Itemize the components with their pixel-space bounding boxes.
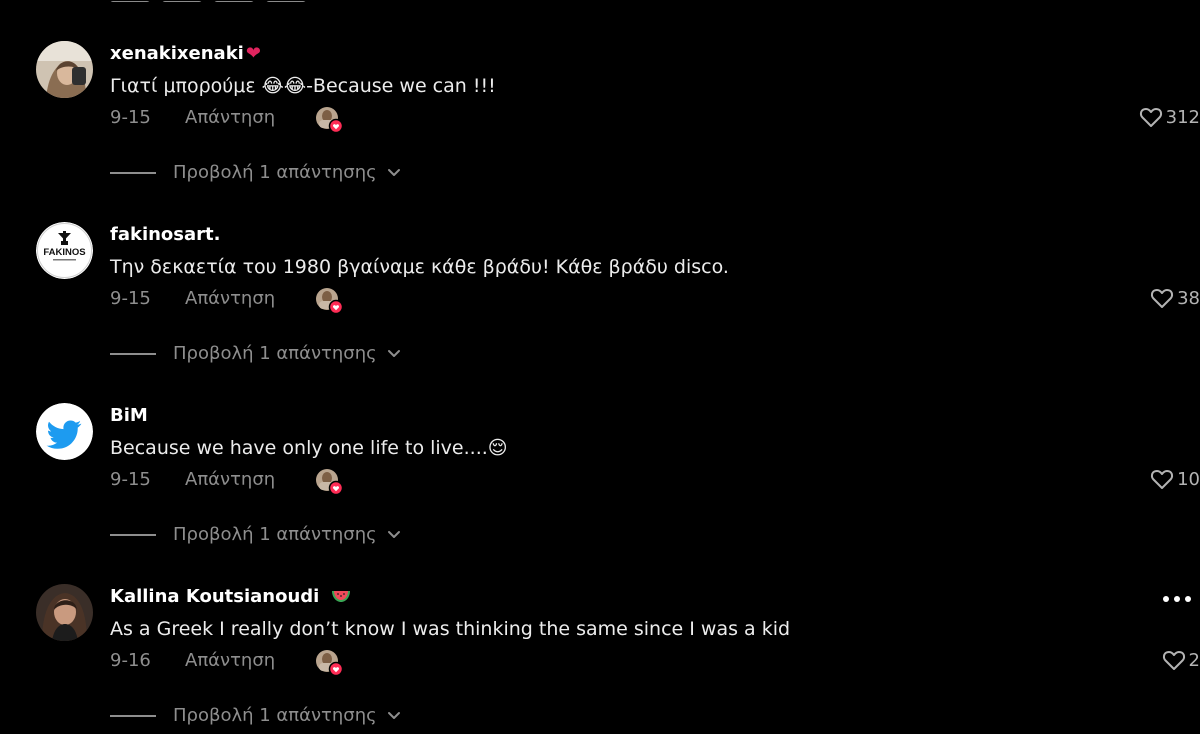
view-replies-label: Προβολή 1 απάντησης <box>173 343 377 364</box>
chevron-down-icon <box>387 349 400 357</box>
comment-username[interactable]: Kallina Koutsianoudi <box>110 586 351 607</box>
avatar[interactable] <box>36 41 93 98</box>
like-count: 10 <box>1177 468 1200 490</box>
creator-liked-icon <box>316 288 343 315</box>
creator-liked-icon <box>316 650 343 677</box>
like-button[interactable]: 38 <box>1150 287 1200 309</box>
view-replies-label: Προβολή 1 απάντησης <box>173 705 377 726</box>
chevron-down-icon <box>387 711 400 719</box>
reply-button[interactable]: Απάντηση <box>185 288 275 309</box>
comment-date: 9-15 <box>110 288 151 309</box>
comment-date: 9-16 <box>110 650 151 671</box>
more-horizontal-icon[interactable] <box>1162 595 1192 603</box>
comment-text: Γιατί μπορούμε 😂😂-Because we can !!! <box>110 75 496 97</box>
view-replies-button[interactable]: Προβολή 1 απάντησης <box>110 162 401 183</box>
reply-button[interactable]: Απάντηση <box>185 650 275 671</box>
like-button[interactable]: 312 <box>1139 106 1200 128</box>
comment-username[interactable]: BiM <box>110 405 148 426</box>
divider-line <box>110 714 156 717</box>
comment-item: BiM Because we have only one life to liv… <box>0 362 1200 545</box>
avatar[interactable]: FAKINOS <box>36 222 93 279</box>
divider-line <box>110 533 156 536</box>
divider-line <box>110 352 156 355</box>
view-replies-button[interactable]: Προβολή 1 απάντησης <box>110 524 401 545</box>
avatar[interactable] <box>36 403 93 460</box>
like-count: 312 <box>1165 106 1200 128</box>
comment-item: xenakixenaki ❤ Γιατί μπορούμε 😂😂-Because … <box>0 0 1200 183</box>
heart-outline-icon <box>1151 470 1174 489</box>
comment-username[interactable]: fakinosart. <box>110 224 220 245</box>
like-count: 2 <box>1188 649 1200 671</box>
comment-text: Την δεκαετία του 1980 βγαίναμε κάθε βράδ… <box>110 256 729 278</box>
heart-outline-icon <box>1151 289 1174 308</box>
heart-outline-icon <box>1139 108 1162 127</box>
creator-liked-icon <box>316 107 343 134</box>
heart-emoji-icon: ❤ <box>245 43 261 64</box>
view-replies-button[interactable]: Προβολή 1 απάντησης <box>110 705 401 726</box>
like-count: 38 <box>1177 287 1200 309</box>
like-button[interactable]: 2 <box>1162 649 1200 671</box>
like-button[interactable]: 10 <box>1150 468 1200 490</box>
comment-username[interactable]: xenakixenaki ❤ <box>110 43 261 64</box>
view-replies-label: Προβολή 1 απάντησης <box>173 524 377 545</box>
view-replies-label: Προβολή 1 απάντησης <box>173 162 377 183</box>
chevron-down-icon <box>387 168 400 176</box>
comment-item: FAKINOS fakinosart. Την δεκαετία του 198… <box>0 181 1200 364</box>
creator-liked-icon <box>316 469 343 496</box>
comment-text: Because we have only one life to live...… <box>110 437 508 459</box>
view-replies-button[interactable]: Προβολή 1 απάντησης <box>110 343 401 364</box>
chevron-down-icon <box>387 530 400 538</box>
watermelon-emoji-icon <box>325 586 351 607</box>
comment-text: As a Greek I really don’t know I was thi… <box>110 618 791 640</box>
divider-line <box>110 171 156 174</box>
fakinos-logo-text: FAKINOS <box>43 247 85 258</box>
comment-date: 9-15 <box>110 107 151 128</box>
reply-button[interactable]: Απάντηση <box>185 107 275 128</box>
reply-button[interactable]: Απάντηση <box>185 469 275 490</box>
comment-date: 9-15 <box>110 469 151 490</box>
avatar[interactable] <box>36 584 93 641</box>
comment-item: Kallina Koutsianoudi As a Greek I really… <box>0 543 1200 726</box>
heart-outline-icon <box>1162 651 1185 670</box>
